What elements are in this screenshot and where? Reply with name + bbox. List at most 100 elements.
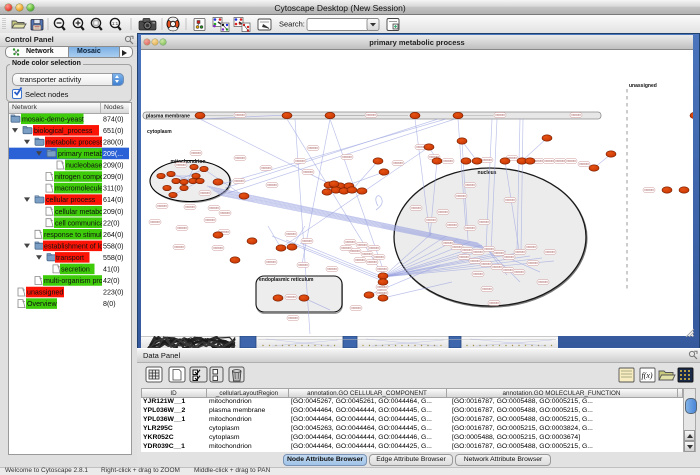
svg-text:xxxxxx: xxxxxx [579,162,589,166]
svg-text:unassigned: unassigned [629,83,657,89]
svg-text:cellular process: cellular process [46,196,96,204]
svg-text:xxxxxx: xxxxxx [571,113,581,117]
svg-text:xxxxxx: xxxxxx [494,251,504,255]
svg-text:xxxxxx: xxxxxx [505,198,515,202]
svg-text:209(0): 209(0) [103,162,124,170]
svg-text:xxxxxx: xxxxxx [150,220,160,224]
svg-text:mosaic-demo-yeast: mosaic-demo-yeast [22,115,84,123]
svg-text:xxxxxx: xxxxxx [367,260,377,264]
svg-text:xxxxxx: xxxxxx [470,259,480,263]
svg-text:xxxxxx: xxxxxx [473,250,483,254]
svg-text:xxxxxx: xxxxxx [544,159,554,163]
svg-text:metabolic process: metabolic process [46,138,104,146]
svg-text:xxxxxx: xxxxxx [185,205,195,209]
svg-text:xxxxxx: xxxxxx [220,211,230,215]
svg-text:xxxxxx: xxxxxx [355,258,365,262]
svg-text:280(0): 280(0) [103,138,124,146]
svg-text:xxxxxx: xxxxxx [538,280,548,284]
svg-text:xxxxxx: xxxxxx [495,113,505,117]
svg-text:xxxxxx: xxxxxx [465,226,475,230]
svg-text:xxxxxx: xxxxxx [377,267,387,271]
svg-text:xxxxxx: xxxxxx [555,159,565,163]
svg-text:xxxxxx: xxxxxx [481,262,491,266]
svg-text:cytoplasm: cytoplasm [147,129,172,135]
svg-text:primary metabo: primary metabo [58,150,107,158]
svg-text:209(0): 209(0) [103,208,124,216]
svg-text:xxxxxx: xxxxxx [205,218,215,222]
svg-text:614(0): 614(0) [103,196,124,204]
svg-text:xxxxxx: xxxxxx [438,210,448,214]
svg-text:209(0): 209(0) [103,173,124,181]
svg-text:xxxxxx: xxxxxx [528,261,538,265]
svg-text:xxxxxx: xxxxxx [479,220,489,224]
svg-text:xxxxxx: xxxxxx [357,243,367,247]
svg-text:xxxxxx: xxxxxx [177,226,187,230]
svg-text:xxxxxx: xxxxxx [456,194,466,198]
svg-text:xxxxxx: xxxxxx [482,287,492,291]
svg-text:8(0): 8(0) [103,300,116,308]
svg-text:xxxxxx: xxxxxx [235,156,245,160]
svg-text:xxxxxx: xxxxxx [266,260,276,264]
svg-text:264(0): 264(0) [103,231,124,239]
svg-text:xxxxxx: xxxxxx [286,295,296,299]
svg-text:xxxxxx: xxxxxx [302,239,312,243]
svg-text:xxxxxx: xxxxxx [369,246,379,250]
svg-text:651(0): 651(0) [103,127,124,135]
svg-text:response to stimul: response to stimul [44,231,102,239]
svg-text:nucleus: nucleus [478,170,497,176]
svg-text:42(0): 42(0) [103,277,120,285]
svg-text:cellular metabo: cellular metabo [55,208,103,216]
svg-text:xxxxxx: xxxxxx [393,161,403,165]
svg-text:xxxxxx: xxxxxx [308,146,318,150]
svg-text:xxxxxx: xxxxxx [377,285,387,289]
svg-text:xxxxxx: xxxxxx [157,204,167,208]
svg-text:xxxxxx: xxxxxx [345,240,355,244]
svg-text:xxxxxx: xxxxxx [452,245,462,249]
svg-text:nucleobase-: nucleobase- [66,162,105,170]
svg-text:xxxxxx: xxxxxx [526,245,536,249]
svg-text:xxxxxx: xxxxxx [286,232,296,236]
svg-text:xxxxxx: xxxxxx [482,158,492,162]
svg-text:xxxxxx: xxxxxx [342,155,352,159]
svg-text:unassigned: unassigned [27,289,63,297]
svg-text:xxxxxx: xxxxxx [191,151,201,155]
svg-text:874(0): 874(0) [103,115,124,123]
svg-text:f(x): f(x) [641,371,652,380]
svg-text:xxxxxx: xxxxxx [484,247,494,251]
svg-text:311(0): 311(0) [103,185,123,193]
svg-text:xxxxxx: xxxxxx [545,250,555,254]
svg-text:xxxxxx: xxxxxx [473,272,483,276]
svg-text:transport: transport [56,254,84,262]
svg-text:xxxxxx: xxxxxx [462,248,472,252]
svg-text:xxxxxx: xxxxxx [459,255,469,259]
svg-text:xxxxxx: xxxxxx [411,206,421,210]
svg-text:xxxxxx: xxxxxx [489,301,499,305]
svg-text:xxxxxx: xxxxxx [200,191,210,195]
svg-text:209(...: 209(... [103,150,123,158]
svg-text:1:1: 1:1 [112,21,119,26]
svg-text:Overview: Overview [27,300,57,308]
svg-text:223(0): 223(0) [103,289,124,297]
svg-text:xxxxxx: xxxxxx [504,255,514,259]
svg-text:xxxxxx: xxxxxx [566,159,576,163]
svg-text:xxxxxx: xxxxxx [288,316,298,320]
svg-text:nitrogen compo: nitrogen compo [55,173,104,181]
svg-text:xxxxxx: xxxxxx [267,183,277,187]
svg-text:22(0): 22(0) [103,219,120,227]
svg-text:cell communicat: cell communicat [55,219,106,227]
svg-text:xxxxxx: xxxxxx [362,252,372,256]
svg-text:xxxxxx: xxxxxx [443,159,453,163]
svg-text:xxxxxx: xxxxxx [261,166,271,170]
svg-text:secretion: secretion [61,266,90,274]
svg-text:xxxxxx: xxxxxx [447,223,457,227]
svg-text:xxxxxx: xxxxxx [374,255,384,259]
svg-text:xxxxxx: xxxxxx [235,113,245,117]
svg-text:xxxxxx: xxxxxx [341,246,351,250]
svg-text:biological_process: biological_process [34,127,93,135]
svg-text:xxxxxx: xxxxxx [514,270,524,274]
svg-text:establishment of lo: establishment of lo [44,242,103,250]
svg-text:xxxxxx: xxxxxx [213,246,223,250]
svg-text:xxxxxx: xxxxxx [351,306,361,310]
svg-text:xxxxxx: xxxxxx [174,245,184,249]
svg-text:xxxxxx: xxxxxx [234,179,244,183]
